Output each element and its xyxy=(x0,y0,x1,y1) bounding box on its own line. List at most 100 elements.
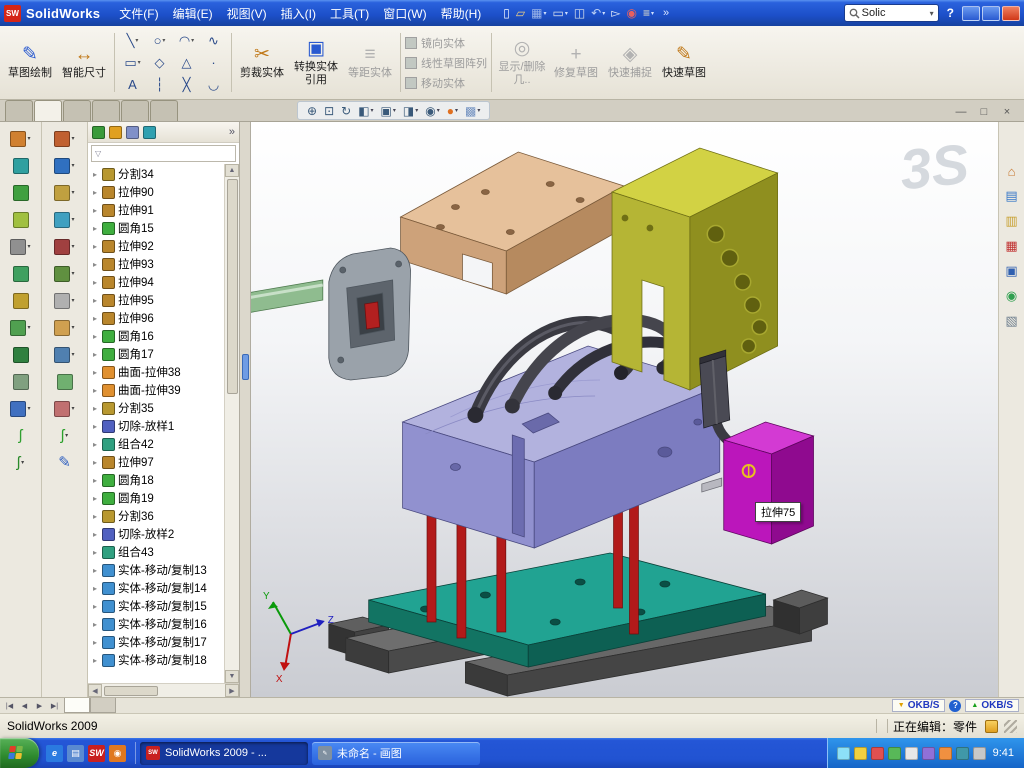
tray-icon[interactable] xyxy=(939,747,952,760)
rotate-view-icon[interactable]: ↻ xyxy=(341,104,351,118)
tray-icon[interactable] xyxy=(922,747,935,760)
tree-scrollbar-horizontal[interactable]: ◀ ▶ xyxy=(88,683,239,697)
search-input[interactable] xyxy=(862,7,928,19)
tab-nav-button[interactable]: ▶| xyxy=(47,702,62,710)
expand-arrow-icon[interactable]: ▸ xyxy=(91,530,99,539)
menu-item[interactable]: 帮助(H) xyxy=(434,3,489,24)
expand-arrow-icon[interactable]: ▸ xyxy=(91,494,99,503)
search-box[interactable]: ▾ xyxy=(844,4,939,22)
tab-nav-button[interactable]: |◀ xyxy=(2,702,17,710)
help-icon[interactable]: ? xyxy=(947,6,954,20)
tree-item[interactable]: ▸ 拉伸97 xyxy=(88,453,224,471)
expand-arrow-icon[interactable]: ▸ xyxy=(91,584,99,593)
search-dropdown-icon[interactable]: ▾ xyxy=(930,9,934,18)
tab-nav-button[interactable]: ▶ xyxy=(32,702,47,710)
move-copy-body-icon[interactable]: ▾ xyxy=(54,397,74,420)
expand-arrow-icon[interactable]: ▸ xyxy=(91,440,99,449)
tray-icon[interactable] xyxy=(837,747,850,760)
file-explorer-icon[interactable]: ▥ xyxy=(1003,212,1021,230)
print-preview-icon[interactable]: ◫ xyxy=(571,3,588,23)
expand-arrow-icon[interactable]: ▸ xyxy=(91,476,99,485)
ellipse-tool-icon[interactable]: ◇ xyxy=(146,52,173,74)
sketch-flyout-icon[interactable]: ▾ xyxy=(10,127,30,150)
quick-launch-desktop-icon[interactable]: ▤ xyxy=(67,745,84,762)
tree-item[interactable]: ▸ 拉伸96 xyxy=(88,309,224,327)
expand-arrow-icon[interactable]: ▸ xyxy=(91,386,99,395)
doc-restore-button[interactable]: □ xyxy=(977,106,991,118)
tree-item[interactable]: ▸ 实体-移动/复制13 xyxy=(88,561,224,579)
appearances-icon[interactable]: ●▾ xyxy=(447,104,458,118)
expand-arrow-icon[interactable]: ▸ xyxy=(91,170,99,179)
smart-dimension-button[interactable]: ↔ 智能尺寸 xyxy=(58,29,110,96)
spline-curve-icon[interactable]: ʃ▾ xyxy=(17,451,24,474)
convert-entities-button[interactable]: ▣ 转换实体引用 xyxy=(290,29,342,96)
expand-arrow-icon[interactable]: ▸ xyxy=(91,188,99,197)
scroll-down-icon[interactable]: ▼ xyxy=(225,670,239,683)
save-icon[interactable]: ▦▾ xyxy=(528,3,549,23)
rib-icon[interactable]: ▾ xyxy=(54,181,74,204)
tray-icon[interactable] xyxy=(956,747,969,760)
rebuild-icon[interactable]: ◉ xyxy=(623,3,639,23)
tree-item[interactable]: ▸ 切除-放样2 xyxy=(88,525,224,543)
zoom-area-icon[interactable]: ⊕ xyxy=(307,104,317,118)
tab-dimxpert[interactable] xyxy=(150,100,178,121)
menu-item[interactable]: 窗口(W) xyxy=(376,3,433,24)
propertymanager-tab-icon[interactable] xyxy=(109,126,122,139)
tree-item[interactable]: ▸ 分割36 xyxy=(88,507,224,525)
tree-item[interactable]: ▸ 实体-移动/复制17 xyxy=(88,633,224,651)
tree-item[interactable]: ▸ 组合43 xyxy=(88,543,224,561)
display-style-icon[interactable]: ◨▾ xyxy=(403,104,418,118)
revolve-boss-icon[interactable] xyxy=(13,181,29,204)
hole-wizard-icon[interactable] xyxy=(13,343,29,366)
expand-arrow-icon[interactable]: ▸ xyxy=(91,242,99,251)
part-insert-block[interactable] xyxy=(724,422,814,544)
revolved-cut-icon[interactable] xyxy=(13,370,29,393)
extruded-cut-icon[interactable]: ▾ xyxy=(10,316,30,339)
tree-item[interactable]: ▸ 切除-放样1 xyxy=(88,417,224,435)
mirror-icon[interactable]: ▾ xyxy=(54,289,74,312)
scene-icon[interactable]: ▩▾ xyxy=(465,104,480,118)
tab-nav-button[interactable]: ◀ xyxy=(17,702,32,710)
sketch-fillet-tool-icon[interactable]: ◡ xyxy=(200,74,227,96)
view-orientation-icon[interactable]: ▣▾ xyxy=(381,104,396,118)
expand-arrow-icon[interactable]: ▸ xyxy=(91,638,99,647)
design-library-icon[interactable]: ▤ xyxy=(1003,187,1021,205)
task-paint[interactable]: ✎ 未命名 - 画图 xyxy=(312,742,480,765)
tray-icon[interactable] xyxy=(905,747,918,760)
tree-item[interactable]: ▸ 拉伸93 xyxy=(88,255,224,273)
print-icon[interactable]: ▭▾ xyxy=(549,3,570,23)
expand-arrow-icon[interactable]: ▸ xyxy=(91,260,99,269)
scroll-right-icon[interactable]: ▶ xyxy=(225,684,239,697)
construction-tool-icon[interactable]: ╳ xyxy=(173,74,200,96)
tree-item[interactable]: ▸ 分割34 xyxy=(88,165,224,183)
trim-entities-button[interactable]: ✂ 剪裁实体 xyxy=(236,29,288,96)
boundary-boss-icon[interactable] xyxy=(13,289,29,312)
tree-item[interactable]: ▸ 拉伸90 xyxy=(88,183,224,201)
tree-item[interactable]: ▸ 曲面-拉伸39 xyxy=(88,381,224,399)
toolbox-icon[interactable]: ▦ xyxy=(1003,237,1021,255)
clock[interactable]: 9:41 xyxy=(993,747,1014,759)
doc-minimize-button[interactable]: — xyxy=(954,106,968,118)
tab-sketch[interactable] xyxy=(34,100,62,121)
extrude-boss-icon[interactable] xyxy=(13,154,29,177)
menu-item[interactable]: 文件(F) xyxy=(112,3,165,24)
polygon-tool-icon[interactable]: △ xyxy=(173,52,200,74)
expand-arrow-icon[interactable]: ▸ xyxy=(91,350,99,359)
minimize-button[interactable] xyxy=(962,6,980,21)
graphics-area[interactable]: 3S xyxy=(251,122,998,697)
tree-item[interactable]: ▸ 拉伸91 xyxy=(88,201,224,219)
expand-arrow-icon[interactable]: ▸ xyxy=(91,602,99,611)
menu-item[interactable]: 视图(V) xyxy=(220,3,274,24)
tree-item[interactable]: ▸ 实体-移动/复制16 xyxy=(88,615,224,633)
wrap-icon[interactable]: ▾ xyxy=(54,316,74,339)
new-document-icon[interactable]: ▯ xyxy=(500,3,513,23)
tab-mold-tools[interactable] xyxy=(92,100,120,121)
curve-tool-icon[interactable]: ʃ xyxy=(19,424,22,447)
part-clamp-unit[interactable] xyxy=(251,248,411,380)
arc-tool-icon[interactable]: ◠▾ xyxy=(173,30,200,52)
linear-pattern-icon[interactable]: ▾ xyxy=(54,262,74,285)
tray-icon[interactable] xyxy=(871,747,884,760)
sketch-pencil-icon[interactable]: ✎ xyxy=(58,451,71,474)
quick-launch-media-icon[interactable]: ◉ xyxy=(109,745,126,762)
spline-tool-icon[interactable]: ∿ xyxy=(200,30,227,52)
